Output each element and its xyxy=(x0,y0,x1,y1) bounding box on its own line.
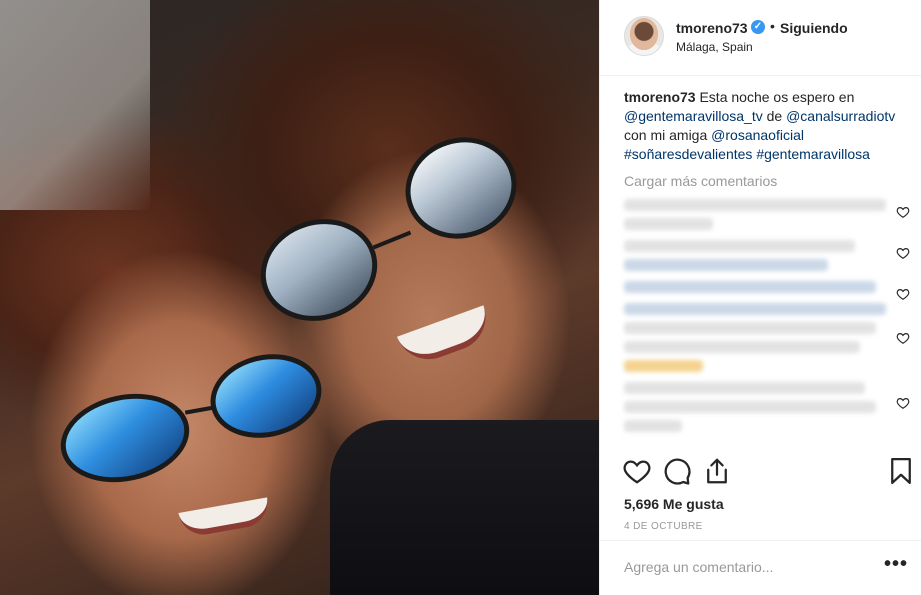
caption-text: Esta noche os espero en xyxy=(695,89,855,105)
smile-top xyxy=(396,305,496,369)
caption-mention[interactable]: @gentemaravillosa_tv xyxy=(624,108,763,124)
background-chair xyxy=(0,0,150,210)
blurred-comment-line xyxy=(624,199,886,211)
bookmark-icon[interactable] xyxy=(886,456,916,486)
heart-icon[interactable] xyxy=(896,246,910,260)
caption-username[interactable]: tmoreno73 xyxy=(624,89,696,105)
share-icon[interactable] xyxy=(702,456,732,486)
caption-mention[interactable]: @rosanaoficial xyxy=(711,127,804,143)
post-photo[interactable] xyxy=(0,0,599,595)
caption-hashtag[interactable]: #soñaresdevalientes xyxy=(624,146,752,162)
comment-item xyxy=(624,199,910,230)
caption-text: con mi amiga xyxy=(624,127,712,143)
caption-mention[interactable]: @canalsurradiotv xyxy=(786,108,895,124)
blurred-comment-line xyxy=(624,401,876,413)
blurred-comment-line xyxy=(624,382,866,394)
smile-bottom xyxy=(178,497,272,539)
header-separator: • xyxy=(770,18,775,34)
sunglasses-lens-right-top xyxy=(392,123,530,253)
header-username[interactable]: tmoreno73 xyxy=(676,20,748,36)
post-actions xyxy=(600,456,921,490)
comment-icon[interactable] xyxy=(662,456,692,486)
comments-section: tmoreno73 Esta noche os espero en @gente… xyxy=(624,88,910,439)
avatar[interactable] xyxy=(624,16,664,56)
add-comment-input[interactable] xyxy=(624,559,864,575)
likes-count[interactable]: 5,696 Me gusta xyxy=(624,496,724,512)
caption-hashtag[interactable]: #gentemaravillosa xyxy=(756,146,870,162)
add-comment-bar: ••• xyxy=(600,540,921,595)
verified-badge-icon: ✓ xyxy=(751,20,765,34)
comment-item xyxy=(624,240,910,271)
sunglasses-lens-left-bottom xyxy=(52,382,198,494)
post-date[interactable]: 4 DE OCTUBRE xyxy=(624,521,703,532)
heart-icon[interactable] xyxy=(896,205,910,219)
sunglasses-bridge-top xyxy=(372,230,412,250)
location-link[interactable]: Málaga, Spain xyxy=(676,40,753,54)
black-shirt xyxy=(330,420,599,595)
blurred-comment-line xyxy=(624,303,886,315)
blurred-comment-line xyxy=(624,218,714,230)
blurred-comment-line xyxy=(624,341,860,353)
caption-text: de xyxy=(762,108,787,124)
comment-item xyxy=(624,382,910,432)
sunglasses-bridge-bottom xyxy=(184,405,216,415)
load-more-comments-button[interactable]: Cargar más comentarios xyxy=(624,173,910,189)
blurred-comment-line xyxy=(624,322,876,334)
more-options-icon[interactable]: ••• xyxy=(884,553,908,576)
comment-item xyxy=(624,303,910,372)
post-header: tmoreno73 ✓ • Siguiendo Málaga, Spain xyxy=(600,0,921,76)
post-side-panel: tmoreno73 ✓ • Siguiendo Málaga, Spain tm… xyxy=(599,0,921,595)
heart-icon[interactable] xyxy=(896,396,910,410)
sunglasses-lens-right-bottom xyxy=(202,344,330,448)
blurred-comment-line xyxy=(624,420,682,432)
post-caption: tmoreno73 Esta noche os espero en @gente… xyxy=(624,88,910,164)
heart-icon[interactable] xyxy=(896,331,910,345)
blurred-comment-line xyxy=(624,259,829,271)
blurred-comment-line xyxy=(624,240,855,252)
blurred-comment-line xyxy=(624,360,703,372)
blurred-comment-line xyxy=(624,281,876,293)
heart-icon[interactable] xyxy=(896,287,910,301)
following-button[interactable]: Siguiendo xyxy=(780,20,848,36)
comment-item xyxy=(624,281,910,300)
heart-icon[interactable] xyxy=(622,456,652,486)
sunglasses-lens-left-top xyxy=(247,204,391,336)
